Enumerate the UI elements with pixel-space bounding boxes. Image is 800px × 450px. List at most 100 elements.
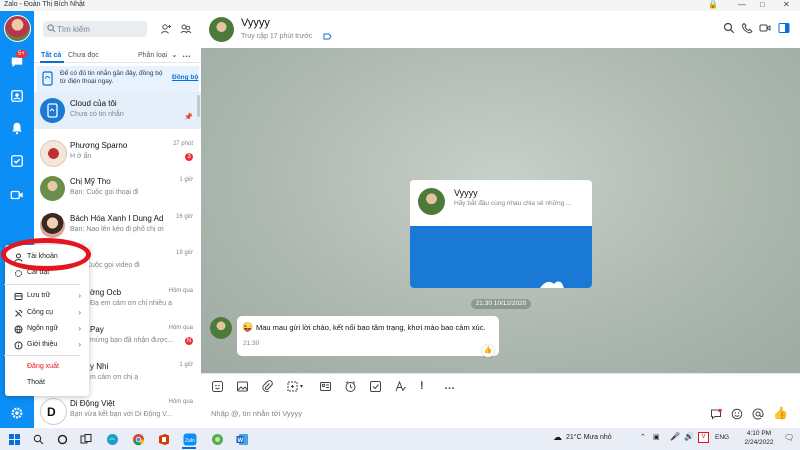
like-icon[interactable]: 👍 <box>482 345 494 357</box>
speaker-icon[interactable]: 🔊 <box>684 432 694 441</box>
conversation-name: Pay <box>90 325 104 334</box>
system-clock[interactable]: 4:10 PM 2/24/2022 <box>740 429 778 447</box>
contact-avatar <box>40 140 67 167</box>
unikey-icon[interactable]: V <box>698 432 709 443</box>
bell-icon[interactable] <box>7 118 27 138</box>
unread-badge: 5+ <box>16 50 27 58</box>
maximize-button[interactable]: □ <box>760 0 765 9</box>
tray-chevron-icon[interactable]: ⌃ <box>640 433 646 441</box>
search-placeholder: Tìm kiếm <box>57 25 90 34</box>
active-app-indicator <box>182 447 196 449</box>
minimize-button[interactable]: ― <box>738 0 746 9</box>
reminder-clock-icon[interactable] <box>344 380 357 393</box>
conversation-preview: Bạn vừa kết bạn với Di Động V... <box>70 411 173 418</box>
video-call-icon[interactable] <box>759 22 771 34</box>
sender-avatar[interactable] <box>210 317 232 339</box>
quick-message-icon[interactable] <box>710 408 722 420</box>
microphone-icon[interactable]: 🎤 <box>670 432 680 441</box>
menu-item-about[interactable]: Giới thiệu › <box>5 338 89 354</box>
zalo-taskbar-icon[interactable]: Zalo <box>182 431 198 447</box>
pin-icon: 📌 <box>184 114 193 121</box>
contacts-icon[interactable] <box>7 86 27 106</box>
video-icon[interactable] <box>7 185 27 205</box>
chat-status: Truy cập 17 phút trước <box>241 33 313 40</box>
create-group-icon[interactable] <box>180 23 192 35</box>
svg-text:D: D <box>47 405 56 419</box>
menu-item-language[interactable]: Ngôn ngữ › <box>5 322 89 338</box>
conversation-preview: mừng bạn đã nhận được... <box>90 337 174 344</box>
network-icon[interactable]: ▣ <box>653 433 660 441</box>
office-icon[interactable] <box>156 431 172 447</box>
search-icon[interactable] <box>30 431 46 447</box>
conversation-item[interactable]: Chị Mỹ Tho Bạn: Cuộc gọi thoại đi 1 giờ <box>34 170 201 207</box>
conversation-name: y Nhi <box>90 362 109 371</box>
menu-item-tools[interactable]: Công cụ › <box>5 306 89 322</box>
list-scrollbar[interactable] <box>197 95 200 117</box>
chevron-down-icon[interactable]: ⌄ <box>171 50 178 59</box>
close-button[interactable]: ✕ <box>783 0 790 9</box>
message-bubble[interactable]: 😜 Mau mau gửi lời chào, kết nối bao tâm … <box>237 316 499 357</box>
welcome-card[interactable]: Vyyyy Hãy bắt đầu cùng nhau chia sẻ nhữn… <box>410 180 592 288</box>
search-input[interactable]: Tìm kiếm <box>43 21 147 37</box>
add-friend-icon[interactable] <box>160 23 172 35</box>
label-tag-icon[interactable] <box>323 33 332 40</box>
sidebar-toggle-icon[interactable] <box>778 22 790 34</box>
input-language[interactable]: ENG <box>715 434 729 441</box>
classify-dropdown[interactable]: Phân loại <box>138 52 167 59</box>
more-options-icon[interactable]: … <box>444 380 457 393</box>
tab-unread[interactable]: Chưa đọc <box>68 52 99 59</box>
conversation-item[interactable]: D Di Động Việt Bạn vừa kết bạn với Di Độ… <box>34 392 201 429</box>
menu-item-logout[interactable]: Đăng xuất <box>5 360 89 376</box>
conversation-name: Phương Sparno <box>70 141 128 150</box>
chrome-icon[interactable] <box>130 431 146 447</box>
text-format-icon[interactable] <box>394 380 407 393</box>
conversation-preview: Bạn: Nao lên kèo đi phố chị ơi <box>70 226 164 233</box>
conversation-item[interactable]: Phương Sparno H ở ẩn 27 phút 3 <box>34 134 201 171</box>
attach-file-icon[interactable] <box>261 380 274 393</box>
urgent-mark-icon[interactable]: ! <box>420 380 433 393</box>
lock-icon[interactable]: 🔒 <box>708 0 718 9</box>
title-bar: Zalo - Đoàn Thị Bích Nhật 🔒 ― □ ✕ <box>0 0 800 11</box>
conversation-name: Chị Mỹ Tho <box>70 177 111 186</box>
weather-text[interactable]: 21°C Mưa nhỏ <box>566 434 612 441</box>
storage-icon <box>14 292 23 301</box>
weather-cloud-icon[interactable]: ☁ <box>553 432 562 443</box>
more-options-icon[interactable]: … <box>182 49 191 59</box>
sync-link[interactable]: Đồng bộ <box>172 74 198 81</box>
clock-date: 2/24/2022 <box>744 439 774 446</box>
conversation-preview: Bạn: Cuộc gọi thoại đi <box>70 189 139 196</box>
contact-card-icon[interactable] <box>319 380 332 393</box>
tab-all[interactable]: Tất cả <box>41 52 61 59</box>
word-icon[interactable]: W <box>234 431 250 447</box>
screenshot-icon[interactable] <box>286 380 299 393</box>
chevron-down-icon[interactable]: ▾ <box>300 383 303 390</box>
phone-call-icon[interactable] <box>741 22 753 34</box>
tools-icon <box>14 309 23 318</box>
windows-start-icon[interactable] <box>6 431 22 447</box>
edge-icon[interactable] <box>104 431 120 447</box>
conversation-preview: Đạ em cảm ơn chị nhiều ạ <box>90 300 173 307</box>
notification-icon[interactable]: 🗨 <box>784 433 794 442</box>
cortana-icon[interactable] <box>54 431 70 447</box>
conversation-item[interactable]: Cloud của tôi Chưa có tin nhắn 📌 <box>34 92 201 129</box>
green-app-icon[interactable] <box>209 431 225 447</box>
conversation-preview: m cảm ơn chị ạ <box>90 374 139 381</box>
task-view-icon[interactable] <box>78 431 94 447</box>
menu-item-quit[interactable]: Thoát <box>5 376 89 392</box>
svg-text:Zalo: Zalo <box>185 438 195 444</box>
mention-icon[interactable] <box>752 408 764 420</box>
date-separator: 21:30 10/12/2020 <box>471 299 531 309</box>
thumbs-up-icon[interactable]: 👍 <box>773 406 788 420</box>
chat-avatar[interactable] <box>209 17 234 42</box>
my-avatar[interactable] <box>4 15 31 42</box>
menu-item-storage[interactable]: Lưu trữ › <box>5 289 89 305</box>
task-check-icon[interactable] <box>369 380 382 393</box>
image-icon[interactable] <box>236 380 249 393</box>
todo-icon[interactable] <box>7 151 27 171</box>
chevron-right-icon: › <box>78 324 81 333</box>
emoji-picker-icon[interactable] <box>731 408 743 420</box>
settings-gear-icon[interactable] <box>7 403 27 423</box>
sticker-icon[interactable] <box>211 380 224 393</box>
conversation-name: Bách Hóa Xanh I Dung Ad <box>70 214 164 223</box>
search-icon[interactable] <box>723 22 735 34</box>
